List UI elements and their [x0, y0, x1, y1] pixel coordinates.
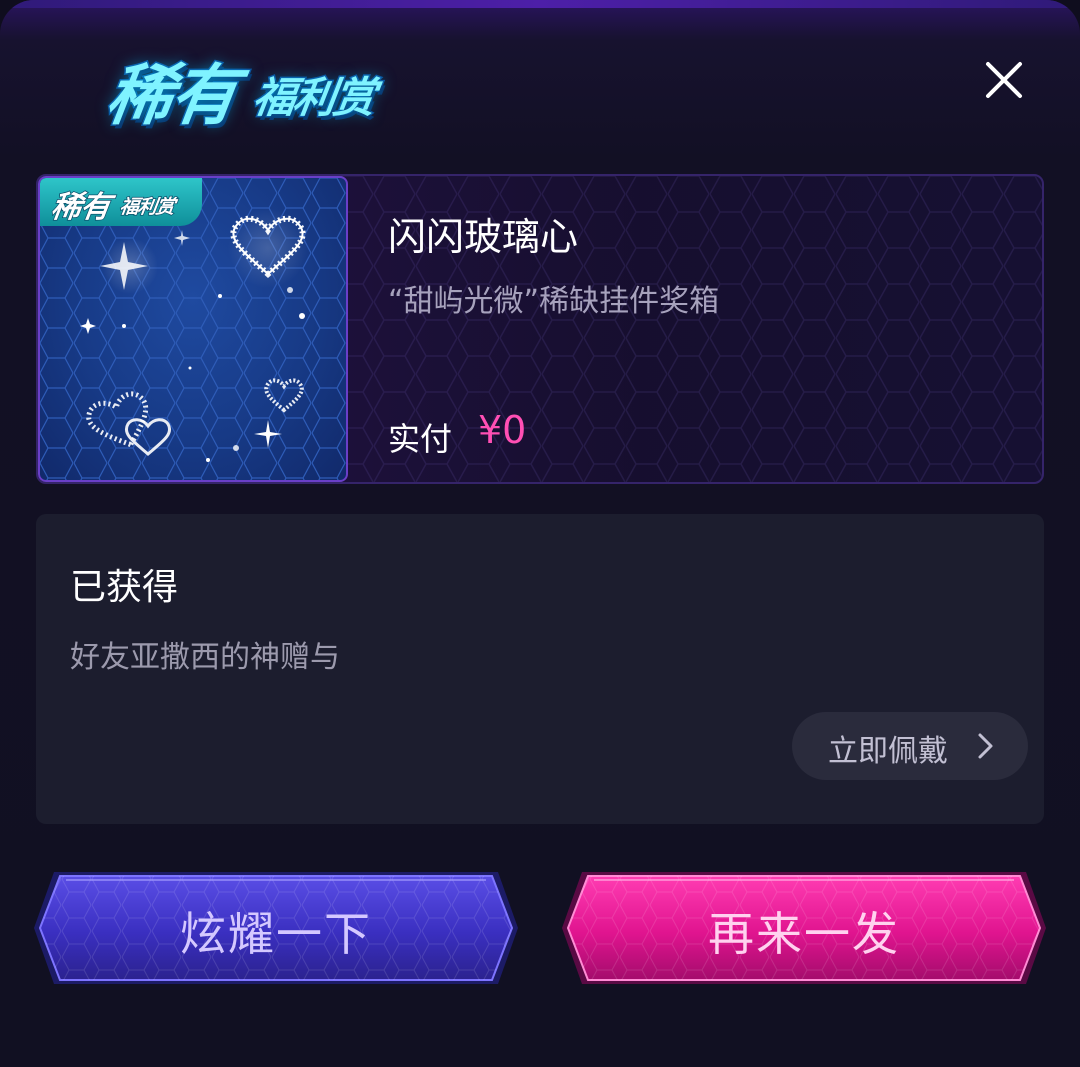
- wear-now-label: 立即佩戴: [828, 734, 948, 769]
- logo-text-small: 福利赏: [249, 72, 379, 124]
- reward-name: 闪闪玻璃心: [388, 215, 579, 259]
- reward-description: “甜屿光微”稀缺挂件奖箱: [388, 284, 720, 319]
- close-icon: [986, 62, 1022, 98]
- close-button[interactable]: [982, 58, 1026, 102]
- obtained-title: 已获得: [70, 567, 179, 608]
- reward-card: 稀有 福利赏 闪闪玻璃心 “甜屿光微”稀缺挂件奖箱 实付 ¥0: [36, 174, 1044, 484]
- chevron-right-icon: [978, 733, 993, 759]
- reward-thumbnail: 稀有 福利赏: [38, 176, 348, 482]
- play-again-label: 再来一发: [708, 907, 900, 961]
- obtained-panel: 已获得 好友亚撒西的神赠与 立即佩戴: [36, 514, 1044, 824]
- rare-welfare-badge: 稀有 福利赏: [40, 178, 202, 226]
- obtained-source: 好友亚撒西的神赠与: [70, 640, 340, 675]
- show-off-button[interactable]: 炫耀一下: [32, 866, 520, 990]
- rare-welfare-logo: 稀有 福利赏: [100, 38, 404, 136]
- wear-now-button[interactable]: 立即佩戴: [792, 712, 1028, 780]
- show-off-label: 炫耀一下: [180, 907, 372, 961]
- price-label: 实付: [388, 420, 453, 458]
- reward-dialog: 稀有 福利赏 稀有 福利赏 闪闪玻璃心 “甜屿光微”稀缺挂件奖箱 实付 ¥0 已…: [0, 0, 1080, 1067]
- play-again-button[interactable]: 再来一发: [560, 866, 1048, 990]
- badge-text-small: 福利赏: [117, 195, 176, 219]
- logo-text-big: 稀有: [100, 56, 242, 136]
- badge-text-big: 稀有: [48, 189, 112, 226]
- price-value: ¥0: [478, 408, 527, 452]
